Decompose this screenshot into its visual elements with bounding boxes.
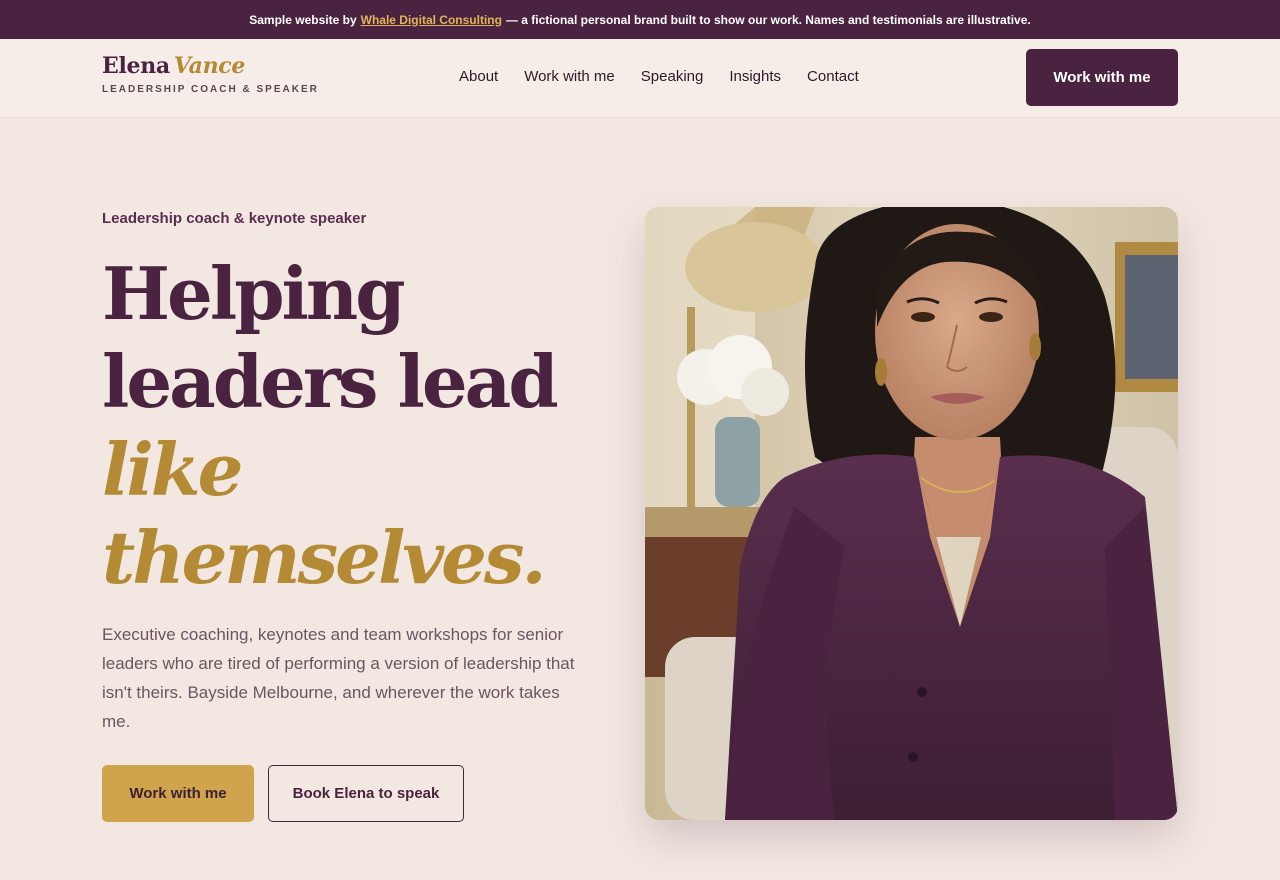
banner-link[interactable]: Whale Digital Consulting xyxy=(361,13,502,27)
banner-prefix: Sample website by xyxy=(249,12,357,27)
banner-suffix: — a fictional personal brand built to sh… xyxy=(505,12,1031,27)
headline-line-4: themselves. xyxy=(102,515,547,600)
nav-item-contact[interactable]: Contact xyxy=(807,68,859,85)
hero-headline: Helping leaders lead like themselves. xyxy=(102,250,622,602)
nav-item-insights[interactable]: Insights xyxy=(729,68,781,85)
logo-tagline: LEADERSHIP COACH & SPEAKER xyxy=(102,84,319,95)
headline-line-2: leaders lead xyxy=(102,339,559,424)
header-cta-button[interactable]: Work with me xyxy=(1026,49,1178,106)
hero-lede: Executive coaching, keynotes and team wo… xyxy=(102,625,575,731)
headline-line-3: like xyxy=(102,427,243,512)
work-with-me-button[interactable]: Work with me xyxy=(102,765,254,822)
nav-item-work-with-me[interactable]: Work with me xyxy=(524,68,615,85)
logo-last-name: Vance xyxy=(173,53,246,79)
nav-item-speaking[interactable]: Speaking xyxy=(641,68,704,85)
announcement-banner: Sample website by Whale Digital Consulti… xyxy=(0,0,1280,39)
book-speaker-button[interactable]: Book Elena to speak xyxy=(268,765,464,822)
main-nav: About Work with me Speaking Insights Con… xyxy=(459,68,859,85)
headline-line-1: Helping xyxy=(102,251,406,336)
portrait-illustration xyxy=(645,207,1178,820)
site-logo[interactable]: Elena Vance LEADERSHIP COACH & SPEAKER xyxy=(102,53,319,95)
portrait-photo xyxy=(645,207,1178,820)
logo-first-name: Elena xyxy=(102,53,170,79)
hero-eyebrow: Leadership coach & keynote speaker xyxy=(102,210,367,227)
logo-name: Elena Vance xyxy=(102,53,319,79)
nav-item-about[interactable]: About xyxy=(459,68,498,85)
site-header: Elena Vance LEADERSHIP COACH & SPEAKER Ab… xyxy=(0,39,1280,118)
